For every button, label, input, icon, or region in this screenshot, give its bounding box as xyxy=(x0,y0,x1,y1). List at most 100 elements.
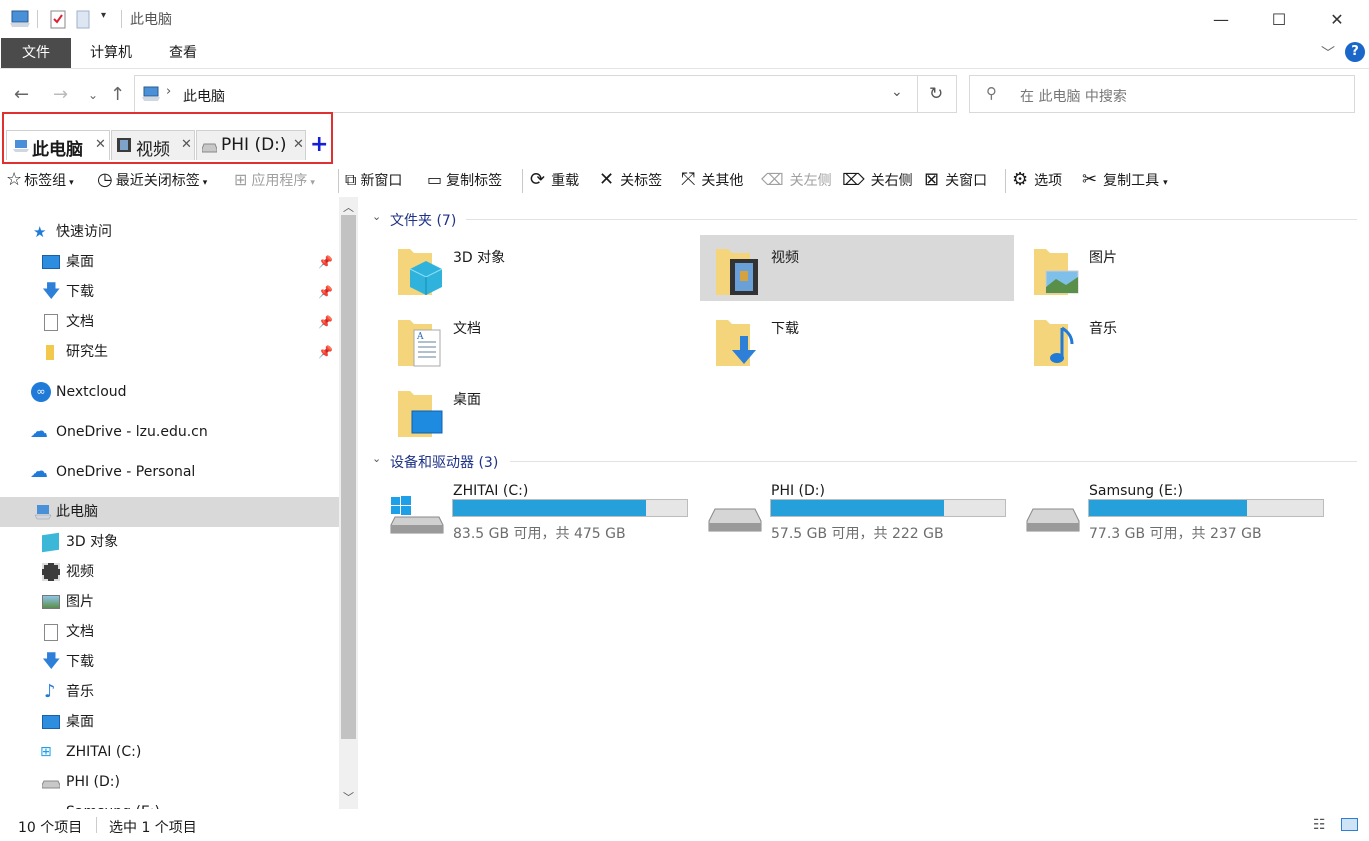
tag-group-button[interactable]: ☆ 标签组 ▾ xyxy=(6,169,74,191)
nav-pc-documents[interactable]: 文档 xyxy=(0,617,339,647)
close-others-button[interactable]: ⤧ 关其他 xyxy=(681,169,743,191)
minimize-button[interactable]: — xyxy=(1198,0,1244,38)
scrollbar-thumb[interactable] xyxy=(341,215,356,739)
drive-d[interactable]: PHI (D:) 57.5 GB 可用，共 222 GB xyxy=(707,483,1017,543)
drive-c[interactable]: ZHITAI (C:) 83.5 GB 可用，共 475 GB xyxy=(389,483,699,543)
nav-quick-access[interactable]: ★ 快速访问 xyxy=(0,217,339,247)
music-folder-icon xyxy=(1034,320,1074,366)
nav-pictures[interactable]: 图片 xyxy=(0,587,339,617)
nav-drive-c[interactable]: ⊞ ZHITAI (C:) xyxy=(0,737,339,767)
apps-button[interactable]: ⊞ 应用程序 ▾ xyxy=(234,169,315,191)
separator xyxy=(1005,169,1006,193)
close-left-button[interactable]: ⌫ 关左侧 xyxy=(761,169,832,191)
scroll-up-icon[interactable]: ︿ xyxy=(343,199,354,215)
copy-tab-button[interactable]: ▭ 复制标签 xyxy=(427,169,502,191)
breadcrumb-chevron-icon[interactable]: › xyxy=(166,84,171,99)
options-button[interactable]: ⚙ 选项 xyxy=(1012,169,1062,191)
copy-tab-icon: ▭ xyxy=(427,170,443,189)
video-folder-icon xyxy=(716,249,758,295)
download-icon: 🡇 xyxy=(42,281,61,302)
large-icons-view-icon[interactable] xyxy=(1341,818,1358,831)
recent-locations-icon[interactable]: ⌄ xyxy=(88,85,98,105)
reload-button[interactable]: ⟳ 重载 xyxy=(530,169,579,191)
nav-pc-downloads[interactable]: 🡇 下载 xyxy=(0,647,339,677)
drives-group-header[interactable]: 设备和驱动器 (3) xyxy=(390,452,498,472)
title-bar: ▾ 此电脑 — ☐ ✕ xyxy=(0,0,1369,38)
nav-label: 下载 xyxy=(66,284,94,300)
drive-icon xyxy=(202,143,217,153)
pin-icon[interactable]: 📌 xyxy=(318,277,333,307)
help-icon[interactable]: ? xyxy=(1345,42,1365,62)
close-right-button[interactable]: ⌦ 关右侧 xyxy=(842,169,913,191)
nav-videos[interactable]: 视频 xyxy=(0,557,339,587)
pin-icon[interactable]: 📌 xyxy=(318,247,333,277)
new-folder-icon[interactable] xyxy=(76,9,90,29)
folders-group-header[interactable]: 文件夹 (7) xyxy=(390,210,456,230)
quick-access-dropdown-icon[interactable]: ▾ xyxy=(101,10,106,21)
ribbon-tab-computer[interactable]: 计算机 xyxy=(78,38,144,68)
nav-label: 此电脑 xyxy=(56,504,98,520)
folder-downloads[interactable]: 下载 xyxy=(700,306,1014,372)
folders-collapse-icon[interactable]: ⌄ xyxy=(372,210,381,223)
up-arrow-icon[interactable]: ↑ xyxy=(110,85,125,105)
forward-arrow-icon[interactable]: → xyxy=(53,85,68,105)
folder-pictures[interactable]: 图片 xyxy=(1018,235,1332,301)
folder-3d-objects[interactable]: 3D 对象 xyxy=(382,235,696,301)
nav-drive-d[interactable]: PHI (D:) xyxy=(0,767,339,797)
nav-onedrive-edu[interactable]: ☁ OneDrive - lzu.edu.cn xyxy=(0,417,339,447)
maximize-button[interactable]: ☐ xyxy=(1256,0,1302,38)
cube-icon xyxy=(42,532,59,553)
close-tab-icon[interactable]: ✕ xyxy=(293,137,304,152)
nav-3d-objects[interactable]: 3D 对象 xyxy=(0,527,339,557)
drive-icon xyxy=(1026,508,1080,532)
nav-downloads[interactable]: 🡇 下载 📌 xyxy=(0,277,339,307)
back-arrow-icon[interactable]: ← xyxy=(14,85,29,105)
nav-music[interactable]: ♪ 音乐 xyxy=(0,677,339,707)
address-dropdown-icon[interactable]: ⌄ xyxy=(891,84,903,100)
nav-onedrive-personal[interactable]: ☁ OneDrive - Personal xyxy=(0,457,339,487)
close-button[interactable]: ✕ xyxy=(1314,0,1360,38)
refresh-button[interactable]: ↻ xyxy=(917,75,957,113)
drives-collapse-icon[interactable]: ⌄ xyxy=(372,452,381,465)
ribbon-tab-view[interactable]: 查看 xyxy=(153,38,213,68)
recent-closed-label: 最近关闭标签 xyxy=(115,173,200,189)
pin-icon[interactable]: 📌 xyxy=(318,307,333,337)
reload-label: 重载 xyxy=(551,173,580,189)
search-box[interactable]: ⚲ 在 此电脑 中搜索 xyxy=(969,75,1355,113)
ribbon-tab-file[interactable]: 文件 xyxy=(1,38,71,68)
folder-tab-this-pc[interactable]: 此电脑 ✕ xyxy=(6,130,110,160)
folder-videos[interactable]: 视频 xyxy=(700,235,1014,301)
new-tab-plus-icon[interactable]: + xyxy=(310,132,328,157)
close-tab-icon[interactable]: ✕ xyxy=(181,137,192,152)
folder-tab-video[interactable]: 视频 ✕ xyxy=(111,130,195,160)
nav-drive-e[interactable]: Samsung (E:) xyxy=(0,797,339,809)
nav-desktop[interactable]: 桌面 📌 xyxy=(0,247,339,277)
close-window-button[interactable]: ⊠ 关窗口 xyxy=(924,169,987,191)
search-input[interactable]: 在 此电脑 中搜索 xyxy=(1020,86,1127,106)
nav-this-pc[interactable]: 此电脑 xyxy=(0,497,339,527)
nav-pc-desktop[interactable]: 桌面 xyxy=(0,707,339,737)
folder-music[interactable]: 音乐 xyxy=(1018,306,1332,372)
recent-closed-button[interactable]: ◷ 最近关闭标签 ▾ xyxy=(97,169,207,191)
drive-e[interactable]: Samsung (E:) 77.3 GB 可用，共 237 GB xyxy=(1025,483,1335,543)
folder-desktop[interactable]: 桌面 xyxy=(382,377,696,443)
cloud-icon: ☁ xyxy=(30,461,48,482)
sidebar-scrollbar[interactable]: ︿ ﹀ xyxy=(339,197,358,809)
new-window-button[interactable]: ⧉ 新窗口 xyxy=(345,169,402,191)
drive-usage-bar xyxy=(1088,499,1324,517)
nav-graduate[interactable]: 研究生 📌 xyxy=(0,337,339,367)
pin-icon[interactable]: 📌 xyxy=(318,337,333,367)
nav-nextcloud[interactable]: ∞ Nextcloud xyxy=(0,377,339,407)
details-view-icon[interactable]: ☷ xyxy=(1313,817,1326,833)
close-tab-icon[interactable]: ✕ xyxy=(95,137,106,152)
nav-documents[interactable]: 文档 📌 xyxy=(0,307,339,337)
breadcrumb-this-pc[interactable]: 此电脑 xyxy=(183,86,225,106)
properties-icon[interactable] xyxy=(49,9,67,29)
folder-documents[interactable]: A 文档 xyxy=(382,306,696,372)
copy-tools-button[interactable]: ✂ 复制工具 ▾ xyxy=(1082,169,1168,191)
close-tab-button[interactable]: ✕ 关标签 xyxy=(599,169,662,191)
address-bar[interactable]: › 此电脑 ⌄ xyxy=(134,75,918,113)
expand-ribbon-icon[interactable]: ﹀ xyxy=(1321,43,1335,63)
scroll-down-icon[interactable]: ﹀ xyxy=(343,789,354,805)
folder-tab-phi-d[interactable]: PHI (D:) ✕ xyxy=(196,130,306,160)
